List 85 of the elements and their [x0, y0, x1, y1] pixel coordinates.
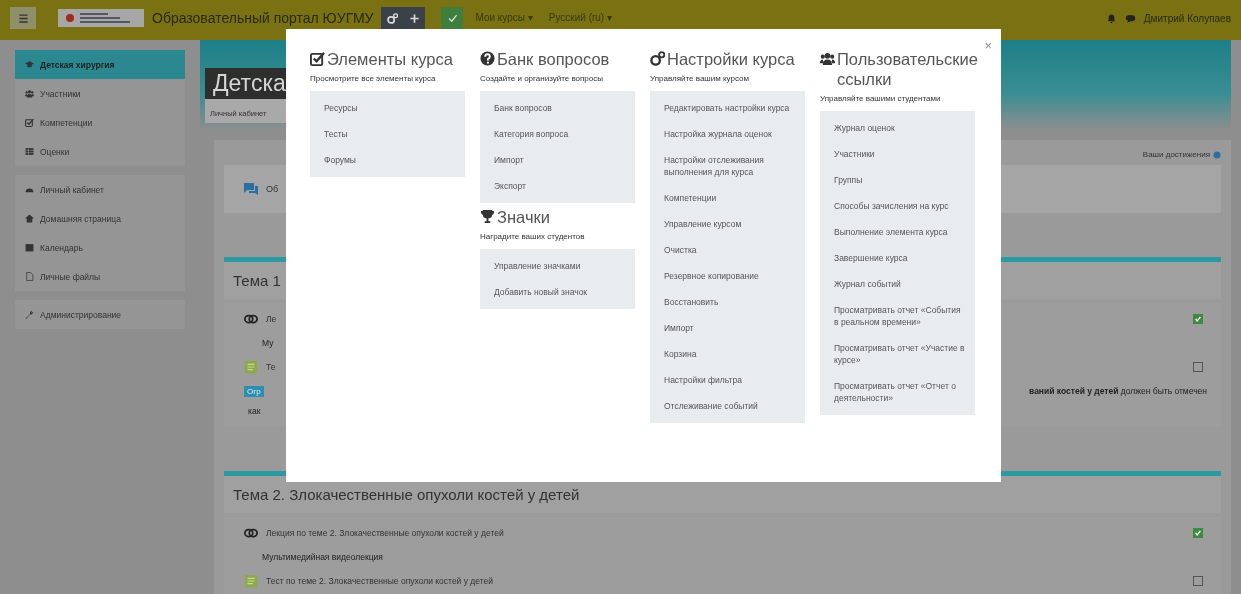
menu-link[interactable]: Просматривать отчет «Участие в курсе»	[820, 335, 975, 373]
achievements-link[interactable]: Ваши достижения	[1142, 150, 1210, 159]
menu-link[interactable]: Категория вопроса	[480, 121, 635, 147]
nav-item[interactable]: Личные файлы	[15, 262, 185, 291]
menu-button[interactable]	[10, 7, 36, 29]
section-description: Управляйте вашим курсом	[650, 74, 750, 83]
menu-link[interactable]: Форумы	[310, 147, 465, 173]
section-description: Управляйте вашими студентами	[820, 94, 942, 103]
section-icon	[480, 51, 495, 66]
restriction-text: ваний костей у детей должен быть отмечен	[1029, 386, 1207, 396]
section-description: Наградите ваших студентов	[480, 232, 586, 241]
menu-link[interactable]: Отслеживание событий	[650, 393, 805, 419]
menu-link[interactable]: Импорт	[650, 315, 805, 341]
menu-link[interactable]: Способы зачисления на курс	[820, 193, 975, 219]
checkbox-icon	[447, 12, 458, 24]
menu-link[interactable]: Управление курсом	[650, 211, 805, 237]
settings-button[interactable]	[381, 7, 404, 29]
menu-link[interactable]: Журнал оценок	[820, 115, 975, 141]
section-icon	[480, 209, 495, 224]
notifications-button[interactable]	[1105, 13, 1117, 24]
section-icon	[650, 51, 665, 66]
completion-checkbox[interactable]	[1193, 362, 1203, 372]
nav-item[interactable]: Компетенции	[15, 108, 185, 137]
forum-link[interactable]: Об	[266, 184, 279, 194]
completion-checkbox[interactable]	[1193, 528, 1203, 538]
add-button[interactable]	[403, 7, 426, 29]
menu-link[interactable]: Компетенции	[650, 185, 805, 211]
logo-icon	[58, 9, 144, 27]
activity-link[interactable]: Лекция по теме 2. Злокачественные опухоли костей у детей	[266, 528, 1185, 538]
menu-link[interactable]: Тесты	[310, 121, 465, 147]
messages-button[interactable]	[1124, 13, 1136, 24]
nav-item[interactable]: Личный кабинет	[15, 175, 185, 204]
nav-item[interactable]: Календарь	[15, 233, 185, 262]
settings-icon	[387, 12, 398, 24]
section-icon	[310, 51, 325, 66]
menu-link[interactable]: Редактировать настройки курса	[650, 95, 805, 121]
nav-item[interactable]: Оценки	[15, 137, 185, 166]
site-title: Образовательный портал ЮУГМУ	[152, 10, 374, 26]
restriction-badge: Огр	[244, 385, 264, 397]
section-icon	[820, 51, 835, 66]
nav-item[interactable]: Участники	[15, 79, 185, 108]
section-heading: Настройки курса	[667, 49, 795, 69]
nav-item[interactable]: Домашняя страница	[15, 204, 185, 233]
menu-link[interactable]: Просматривать отчет «Отчет о деятельности»	[820, 373, 975, 411]
section-description: Просмотрите все элементы курса	[310, 74, 437, 83]
bell-icon	[1105, 13, 1117, 24]
plus-icon	[409, 12, 420, 24]
menu-link[interactable]: Журнал событий	[820, 271, 975, 297]
menu-link[interactable]: Настройка журнала оценок	[650, 121, 805, 147]
menu-link[interactable]: Экспорт	[480, 173, 635, 199]
menu-icon	[17, 12, 29, 24]
quiz-icon	[244, 360, 258, 374]
chat-icon	[1124, 13, 1136, 24]
section-heading: Значки	[497, 207, 550, 227]
forum-icon	[242, 181, 260, 197]
activity-link[interactable]: Тест по теме 2. Злокачественные опухоли костей у детей	[266, 576, 1185, 586]
menu-link[interactable]: Корзина	[650, 341, 805, 367]
menu-link[interactable]: Резервное копирование	[650, 263, 805, 289]
menu-link[interactable]: Ресурсы	[310, 95, 465, 121]
section-heading: Банк вопросов	[497, 49, 610, 69]
activity-description: Му	[261, 338, 274, 348]
link-icon	[244, 526, 258, 540]
link-icon	[244, 312, 258, 326]
menu-link[interactable]: Очистка	[650, 237, 805, 263]
edit-button[interactable]	[441, 7, 464, 29]
restriction-text: как	[247, 406, 261, 416]
menu-link[interactable]: Группы	[820, 167, 975, 193]
menu-link[interactable]: Настройки фильтра	[650, 367, 805, 393]
nav-item[interactable]: Детская хирургия	[15, 50, 185, 79]
section-description: Создайте и организуйте вопросы	[480, 74, 604, 83]
section-heading: Пользовательские ссылки	[837, 49, 978, 89]
section-heading: Элементы курса	[327, 49, 453, 69]
activity-description: Мультимедийная видеолекция	[261, 552, 383, 562]
menu-link[interactable]: Выполнение элемента курса	[820, 219, 975, 245]
close-button[interactable]: ×	[984, 39, 992, 52]
menu-link[interactable]: Банк вопросов	[480, 95, 635, 121]
quiz-icon	[244, 574, 258, 588]
menu-link[interactable]: Импорт	[480, 147, 635, 173]
nav-item[interactable]: Администрирование	[15, 300, 185, 329]
completion-checkbox[interactable]	[1193, 576, 1203, 586]
badge-icon	[1213, 150, 1221, 159]
completion-checkbox[interactable]	[1193, 314, 1203, 324]
menu-link[interactable]: Настройки отслеживания выполнения для курса	[650, 147, 805, 185]
menu-link[interactable]: Просматривать отчет «События в реальном времени»	[820, 297, 975, 335]
menu-link[interactable]: Участники	[820, 141, 975, 167]
